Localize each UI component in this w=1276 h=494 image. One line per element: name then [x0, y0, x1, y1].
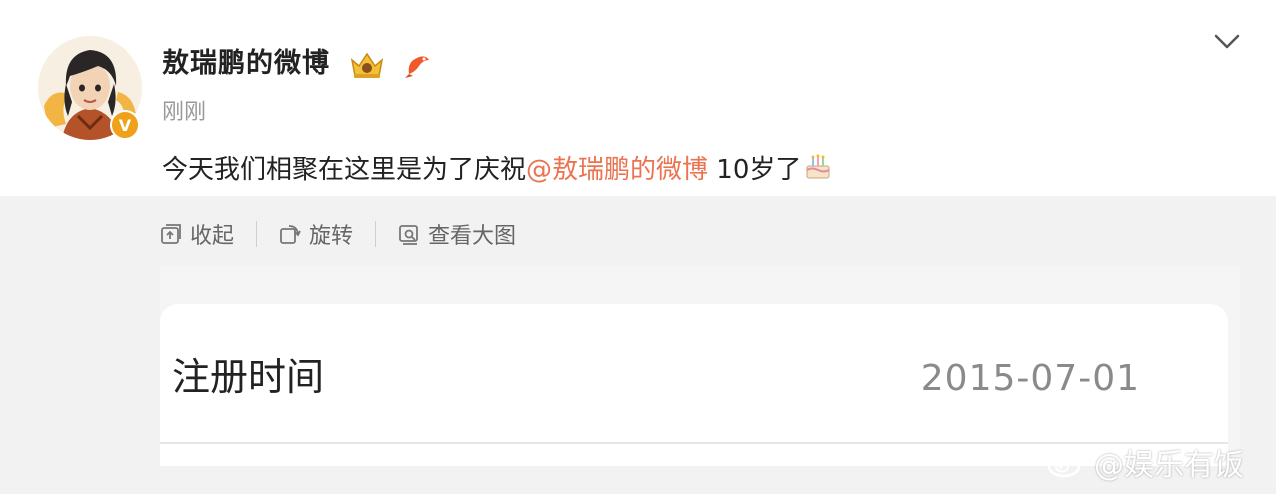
rotate-icon	[280, 225, 301, 244]
toolbar-divider	[375, 221, 377, 247]
username[interactable]: 敖瑞鹏的微博	[162, 44, 330, 84]
registration-date: 2015-07-01	[920, 358, 1140, 399]
post-card: V 敖瑞鹏的微博 刚刚 今天我们相聚在这里是为了庆祝@敖瑞鹏的微博 10岁了	[0, 0, 1276, 196]
rotate-label: 旋转	[309, 224, 354, 249]
post-text: 今天我们相聚在这里是为了庆祝@敖瑞鹏的微博 10岁了	[162, 150, 833, 194]
image-toolbar: 收起 旋转 查看大图	[160, 214, 516, 254]
watermark: @娱乐有饭	[1046, 440, 1244, 484]
collapse-button[interactable]: 收起	[160, 218, 234, 250]
post-text-after: 10岁了	[708, 155, 802, 185]
koi-fish-icon[interactable]	[403, 50, 433, 80]
view-large-button[interactable]: 查看大图	[398, 218, 516, 250]
timestamp: 刚刚	[162, 100, 207, 125]
mention-link[interactable]: @敖瑞鹏的微博	[526, 155, 708, 185]
rotate-button[interactable]: 旋转	[279, 218, 353, 250]
post-text-before: 今天我们相聚在这里是为了庆祝	[162, 155, 527, 185]
collapse-icon	[161, 224, 181, 244]
watermark-text: @娱乐有饭	[1094, 448, 1244, 483]
toolbar-divider	[256, 221, 258, 247]
chevron-down-icon[interactable]	[1212, 30, 1242, 54]
crown-icon[interactable]	[348, 50, 386, 80]
view-large-label: 查看大图	[428, 224, 517, 249]
cake-icon	[803, 152, 833, 194]
post-image[interactable]: 注册时间 2015-07-01	[160, 266, 1240, 466]
verified-badge: V	[110, 110, 140, 140]
view-large-icon	[399, 225, 418, 245]
registration-label: 注册时间	[172, 355, 325, 399]
weibo-logo-icon	[1047, 448, 1088, 478]
collapse-label: 收起	[190, 224, 235, 249]
